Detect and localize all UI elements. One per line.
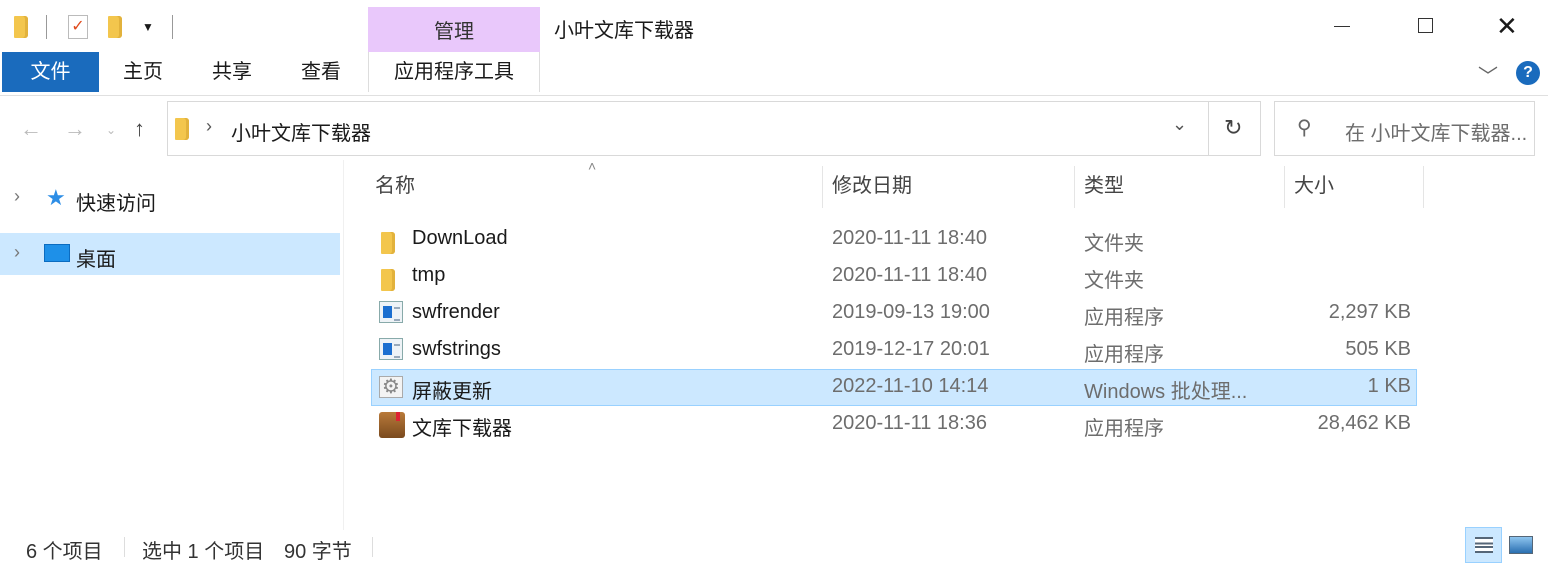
search-input[interactable]: ⚲ 在 小叶文库下载器... bbox=[1274, 101, 1535, 156]
file-type: 应用程序 bbox=[1084, 307, 1164, 329]
search-icon: ⚲ bbox=[1297, 117, 1312, 139]
properties-icon[interactable]: ✓ bbox=[68, 15, 88, 39]
tab-application-tools[interactable]: 应用程序工具 bbox=[368, 52, 540, 92]
minimize-button[interactable] bbox=[1334, 26, 1350, 27]
file-name: tmp bbox=[412, 264, 446, 286]
divider bbox=[1208, 102, 1209, 155]
back-button[interactable]: ← bbox=[20, 116, 42, 142]
divider bbox=[172, 15, 173, 39]
column-header-size[interactable]: 大小 bbox=[1294, 166, 1334, 208]
tab-share[interactable]: 共享 bbox=[192, 52, 272, 92]
divider bbox=[124, 537, 125, 557]
desktop-icon bbox=[44, 244, 70, 262]
app-icon bbox=[379, 301, 403, 323]
file-size: 1 KB bbox=[1367, 375, 1411, 397]
folder-icon bbox=[381, 226, 405, 254]
file-row[interactable]: DownLoad 2020-11-11 18:40 文件夹 bbox=[371, 221, 1417, 258]
file-type: Windows 批处理... bbox=[1084, 381, 1248, 403]
file-row[interactable]: tmp 2020-11-11 18:40 文件夹 bbox=[371, 258, 1417, 295]
maximize-button[interactable] bbox=[1418, 18, 1433, 33]
window-title: 小叶文库下载器 bbox=[554, 20, 694, 42]
up-button[interactable]: ↑ bbox=[134, 116, 145, 142]
help-icon[interactable]: ? bbox=[1516, 61, 1540, 85]
breadcrumb-current[interactable]: 小叶文库下载器 bbox=[231, 117, 371, 146]
file-date: 2019-09-13 19:00 bbox=[832, 301, 990, 323]
file-type: 应用程序 bbox=[1084, 344, 1164, 366]
file-name: 文库下载器 bbox=[412, 418, 512, 440]
column-divider[interactable] bbox=[1423, 166, 1424, 208]
column-divider[interactable] bbox=[1074, 166, 1075, 208]
file-row[interactable]: 文库下载器 2020-11-11 18:36 应用程序 28,462 KB bbox=[371, 406, 1417, 443]
expand-chevron-icon[interactable]: › bbox=[14, 186, 20, 207]
large-icons-view-button[interactable] bbox=[1509, 536, 1533, 554]
file-size: 505 KB bbox=[1345, 338, 1411, 360]
tab-view[interactable]: 查看 bbox=[282, 52, 360, 92]
status-size: 90 字节 bbox=[284, 541, 352, 563]
sort-ascending-icon: ˄ bbox=[588, 158, 597, 174]
status-selection: 选中 1 个项目 bbox=[142, 541, 265, 563]
address-bar[interactable]: › 小叶文库下载器 ⌄ ↻ bbox=[167, 101, 1261, 156]
divider bbox=[46, 15, 47, 39]
nav-label: 快速访问 bbox=[76, 193, 156, 215]
customize-toolbar-dropdown-icon[interactable]: ▼ bbox=[142, 20, 154, 34]
divider bbox=[372, 537, 373, 557]
column-divider[interactable] bbox=[822, 166, 823, 208]
nav-label: 桌面 bbox=[76, 249, 116, 271]
breadcrumb-chevron-icon: › bbox=[206, 116, 212, 136]
nav-item-desktop[interactable]: › 桌面 bbox=[0, 233, 340, 275]
file-size: 28,462 KB bbox=[1317, 412, 1411, 434]
column-header-type[interactable]: 类型 bbox=[1084, 166, 1124, 208]
forward-button[interactable]: → bbox=[64, 116, 86, 142]
file-name: DownLoad bbox=[412, 227, 508, 249]
file-name: swfstrings bbox=[412, 338, 501, 360]
status-item-count: 6 个项目 bbox=[26, 541, 103, 563]
details-view-button[interactable] bbox=[1465, 527, 1502, 563]
new-folder-icon[interactable] bbox=[108, 16, 122, 44]
file-size: 2,297 KB bbox=[1328, 301, 1411, 323]
book-app-icon bbox=[379, 412, 405, 438]
refresh-icon[interactable]: ↻ bbox=[1224, 115, 1242, 141]
quick-access-folder-icon[interactable] bbox=[14, 16, 28, 44]
details-view-icon bbox=[1475, 537, 1493, 553]
column-header-name[interactable]: 名称 bbox=[375, 166, 415, 208]
file-row[interactable]: swfstrings 2019-12-17 20:01 应用程序 505 KB bbox=[371, 332, 1417, 369]
nav-item-quick-access[interactable]: › ★ 快速访问 bbox=[0, 177, 340, 221]
file-name: 屏蔽更新 bbox=[412, 381, 492, 403]
file-row[interactable]: swfrender 2019-09-13 19:00 应用程序 2,297 KB bbox=[371, 295, 1417, 332]
file-date: 2020-11-11 18:40 bbox=[832, 227, 987, 249]
app-icon bbox=[379, 338, 403, 360]
close-button[interactable]: ✕ bbox=[1496, 11, 1518, 42]
file-name: swfrender bbox=[412, 301, 500, 323]
file-type: 文件夹 bbox=[1084, 233, 1144, 255]
pane-divider bbox=[343, 160, 344, 530]
expand-chevron-icon[interactable]: › bbox=[14, 242, 20, 263]
tab-home[interactable]: 主页 bbox=[104, 52, 182, 92]
expand-ribbon-icon[interactable]: ﹀ bbox=[1478, 60, 1498, 89]
address-dropdown-icon[interactable]: ⌄ bbox=[1172, 114, 1187, 135]
file-type: 文件夹 bbox=[1084, 270, 1144, 292]
ribbon-divider bbox=[0, 95, 1548, 96]
file-date: 2019-12-17 20:01 bbox=[832, 338, 990, 360]
search-placeholder: 在 小叶文库下载器... bbox=[1345, 123, 1528, 145]
folder-icon bbox=[175, 118, 189, 140]
column-header-date[interactable]: 修改日期 bbox=[832, 166, 912, 208]
batch-file-icon: ⚙ bbox=[379, 376, 403, 398]
file-date: 2020-11-11 18:40 bbox=[832, 264, 987, 286]
recent-locations-icon[interactable]: ⌄ bbox=[106, 123, 116, 137]
file-date: 2022-11-10 14:14 bbox=[832, 375, 989, 397]
star-icon: ★ bbox=[46, 185, 66, 210]
file-date: 2020-11-11 18:36 bbox=[832, 412, 987, 434]
folder-icon bbox=[381, 263, 405, 291]
file-row-selected[interactable]: ⚙ 屏蔽更新 2022-11-10 14:14 Windows 批处理... 1… bbox=[371, 369, 1417, 406]
file-type: 应用程序 bbox=[1084, 418, 1164, 440]
column-divider[interactable] bbox=[1284, 166, 1285, 208]
tab-file[interactable]: 文件 bbox=[2, 52, 99, 92]
context-tab-manage[interactable]: 管理 bbox=[368, 7, 540, 52]
